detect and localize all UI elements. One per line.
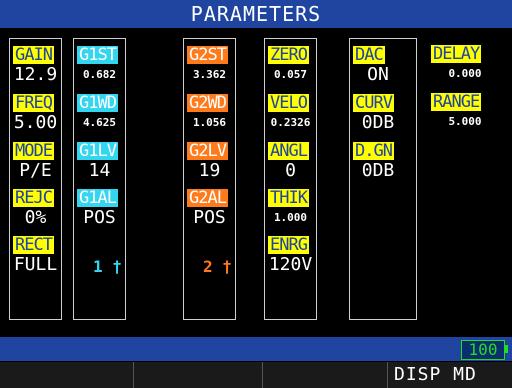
rect-label[interactable]: RECT [13, 236, 54, 254]
panel-dac: DAC ON CURV 0DB D.GN 0DB [349, 38, 417, 320]
curv-label[interactable]: CURV [353, 94, 394, 112]
g1lv-label[interactable]: G1LV [77, 142, 118, 160]
gain-value: 12.9 [13, 64, 58, 85]
g2st-label[interactable]: G2ST [187, 46, 228, 64]
panel-basic: GAIN 12.9 FREQ 5.00 MODE P/E REJC 0% REC… [9, 38, 62, 320]
thik-label[interactable]: THIK [268, 189, 309, 207]
range-value: 5.000 [448, 115, 482, 128]
softkey-2[interactable] [134, 362, 263, 388]
softkey-1[interactable] [0, 362, 134, 388]
rejc-label[interactable]: REJC [13, 189, 54, 207]
zero-value: 0.057 [273, 68, 308, 81]
g1lv-value: 14 [88, 160, 111, 181]
softkey-disp-md[interactable]: DISP MD [388, 362, 512, 388]
range-label[interactable]: RANGE [431, 93, 482, 111]
g2wd-value: 1.056 [192, 116, 227, 129]
softkey-bar: DISP MD [0, 362, 512, 388]
softkey-3[interactable] [263, 362, 388, 388]
enrg-value: 120V [268, 254, 313, 275]
panel-gate2: G2ST 3.362 G2WD 1.056 G2LV 19 G2AL POS 2… [183, 38, 236, 320]
stick-figure-icon: † [212, 257, 232, 276]
battery-icon [504, 345, 508, 353]
delay-label[interactable]: DELAY [431, 45, 482, 63]
panel-gate1: G1ST 0.682 G1WD 4.625 G1LV 14 G1AL POS 1… [73, 38, 126, 320]
g2lv-label[interactable]: G2LV [187, 142, 228, 160]
freq-value: 5.00 [13, 112, 58, 133]
zero-label[interactable]: ZERO [268, 46, 309, 64]
dac-value: ON [367, 64, 389, 85]
softkey-disp-md-label: DISP MD [394, 364, 477, 385]
angl-label[interactable]: ANGL [268, 142, 309, 160]
g1st-label[interactable]: G1ST [77, 46, 118, 64]
g2wd-label[interactable]: G2WD [187, 94, 228, 112]
battery-indicator: 100 [461, 340, 505, 360]
rejc-value: 0% [24, 207, 47, 228]
delay-value: 0.000 [448, 67, 482, 80]
angl-value: 0 [285, 160, 296, 181]
gate1-probe-icon: 1 † [93, 257, 122, 276]
dgn-label[interactable]: D.GN [353, 142, 394, 160]
gate1-number: 1 [93, 257, 103, 276]
g1wd-value: 4.625 [82, 116, 117, 129]
rect-value: FULL [13, 254, 58, 275]
dgn-value: 0DB [361, 160, 395, 181]
gate2-probe-icon: 2 † [203, 257, 232, 276]
page-title: PARAMETERS [0, 0, 512, 28]
mode-label[interactable]: MODE [13, 142, 54, 160]
g1wd-label[interactable]: G1WD [77, 94, 118, 112]
g2al-label[interactable]: G2AL [187, 189, 228, 207]
curv-value: 0DB [361, 112, 395, 133]
panel-calibration: ZERO 0.057 VELO 0.2326 ANGL 0 THIK 1.000… [264, 38, 317, 320]
thik-value: 1.000 [273, 211, 308, 224]
freq-label[interactable]: FREQ [13, 94, 54, 112]
g1al-label[interactable]: G1AL [77, 189, 118, 207]
g1st-value: 0.682 [82, 68, 117, 81]
gate2-number: 2 [203, 257, 213, 276]
g2st-value: 3.362 [192, 68, 227, 81]
stick-figure-icon: † [102, 257, 122, 276]
velo-label[interactable]: VELO [268, 94, 309, 112]
g1al-value: POS [83, 207, 116, 228]
enrg-label[interactable]: ENRG [268, 236, 309, 254]
panel-range: DELAY 0.000 RANGE 5.000 [428, 38, 508, 318]
gain-label[interactable]: GAIN [13, 46, 54, 64]
mode-value: P/E [19, 160, 52, 181]
g2al-value: POS [193, 207, 226, 228]
g2lv-value: 19 [198, 160, 221, 181]
velo-value: 0.2326 [270, 116, 311, 129]
dac-label[interactable]: DAC [353, 46, 385, 64]
status-bar [0, 337, 512, 361]
